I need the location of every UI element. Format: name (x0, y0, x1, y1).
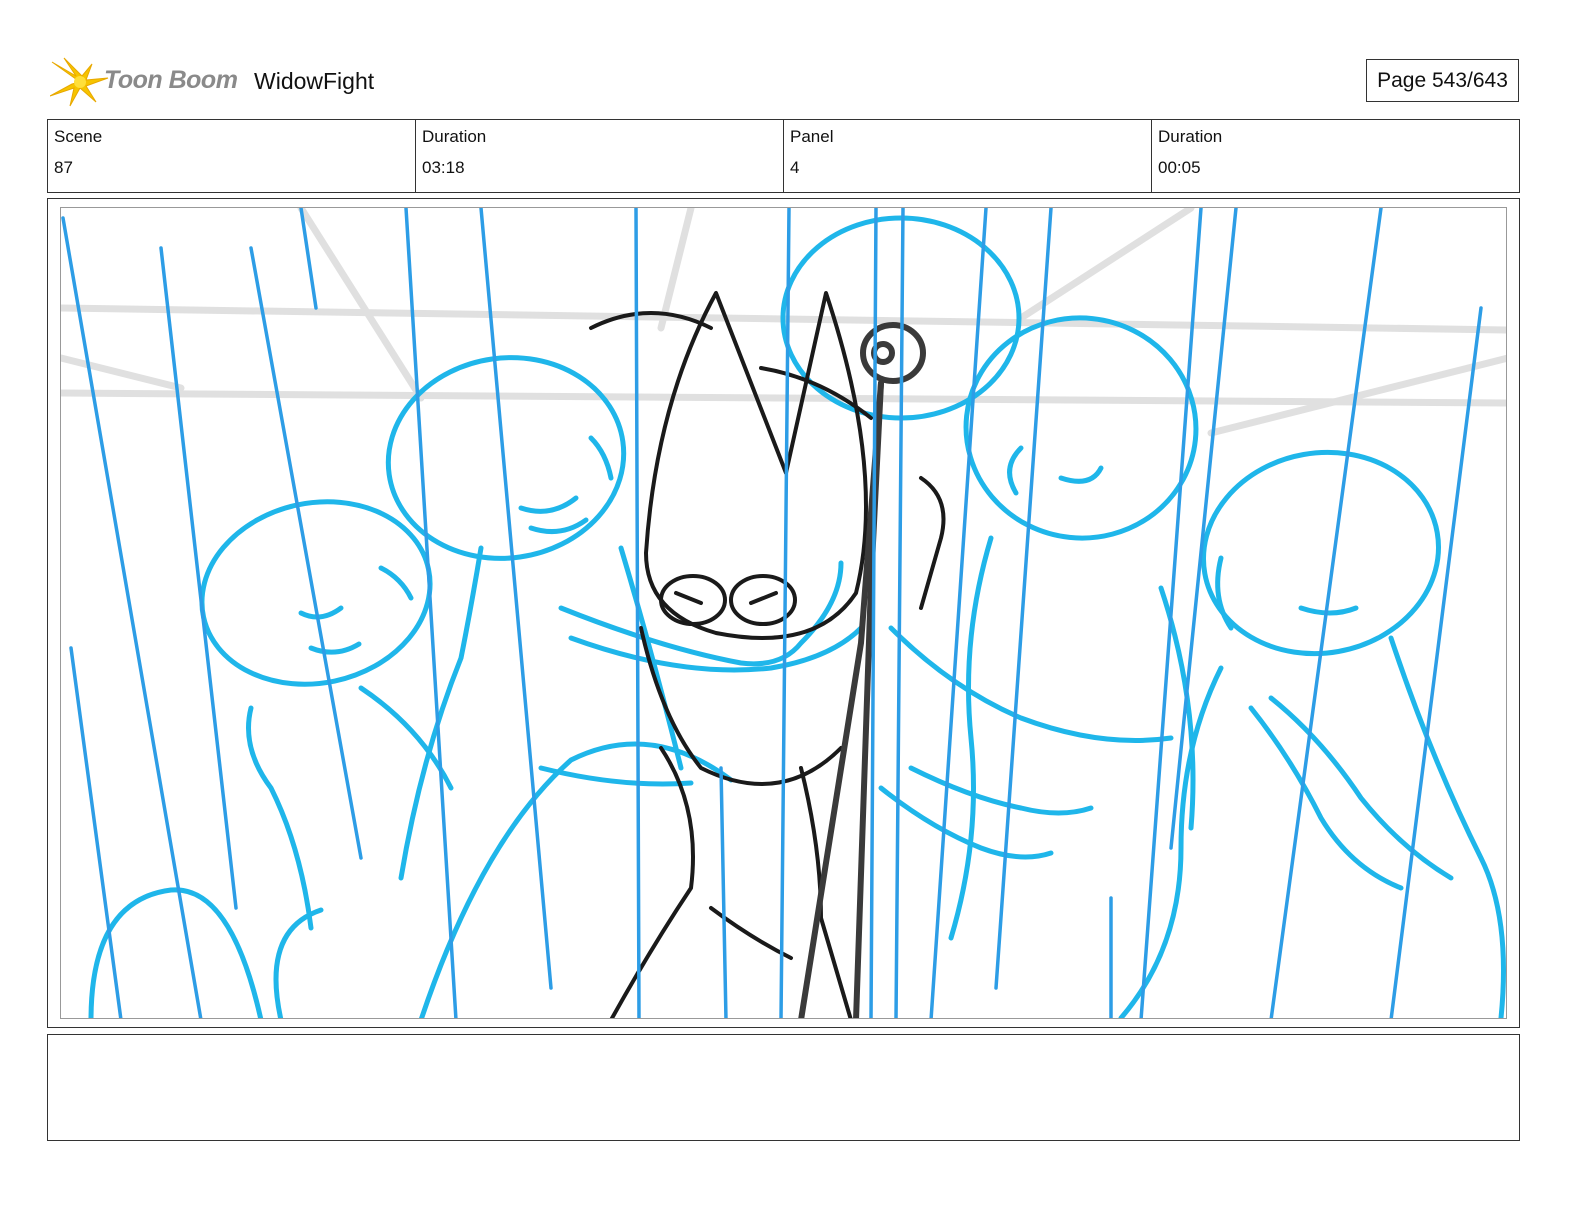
scene-duration-cell: Duration 03:18 (416, 120, 784, 192)
storyboard-sketch (61, 208, 1506, 1018)
storyboard-panel (47, 198, 1520, 1028)
scene-info-table: Scene 87 Duration 03:18 Panel 4 Duration… (47, 119, 1520, 193)
panel-label: Panel (790, 127, 834, 146)
crowd-sketch (88, 215, 1506, 1018)
panel-duration-cell: Duration 00:05 (1152, 120, 1519, 192)
starburst-icon (50, 57, 109, 107)
panel-cell: Panel 4 (784, 120, 1152, 192)
scene-cell: Scene 87 (48, 120, 416, 192)
scene-duration-value: 03:18 (422, 158, 465, 177)
logo-text: Toon Boom (104, 66, 238, 94)
panel-drawing-area (60, 207, 1507, 1019)
toon-boom-logo: Toon Boom (50, 56, 240, 108)
panel-value: 4 (790, 158, 800, 177)
project-title: WidowFight (254, 68, 375, 94)
scene-value: 87 (54, 158, 73, 177)
panel-notes (47, 1034, 1520, 1141)
staff-sketch (798, 322, 926, 1018)
page-indicator: Page 543/643 (1366, 59, 1519, 102)
scene-duration-label: Duration (422, 127, 487, 146)
scene-label: Scene (54, 127, 103, 146)
panel-duration-value: 00:05 (1158, 158, 1201, 177)
panel-duration-label: Duration (1158, 127, 1223, 146)
